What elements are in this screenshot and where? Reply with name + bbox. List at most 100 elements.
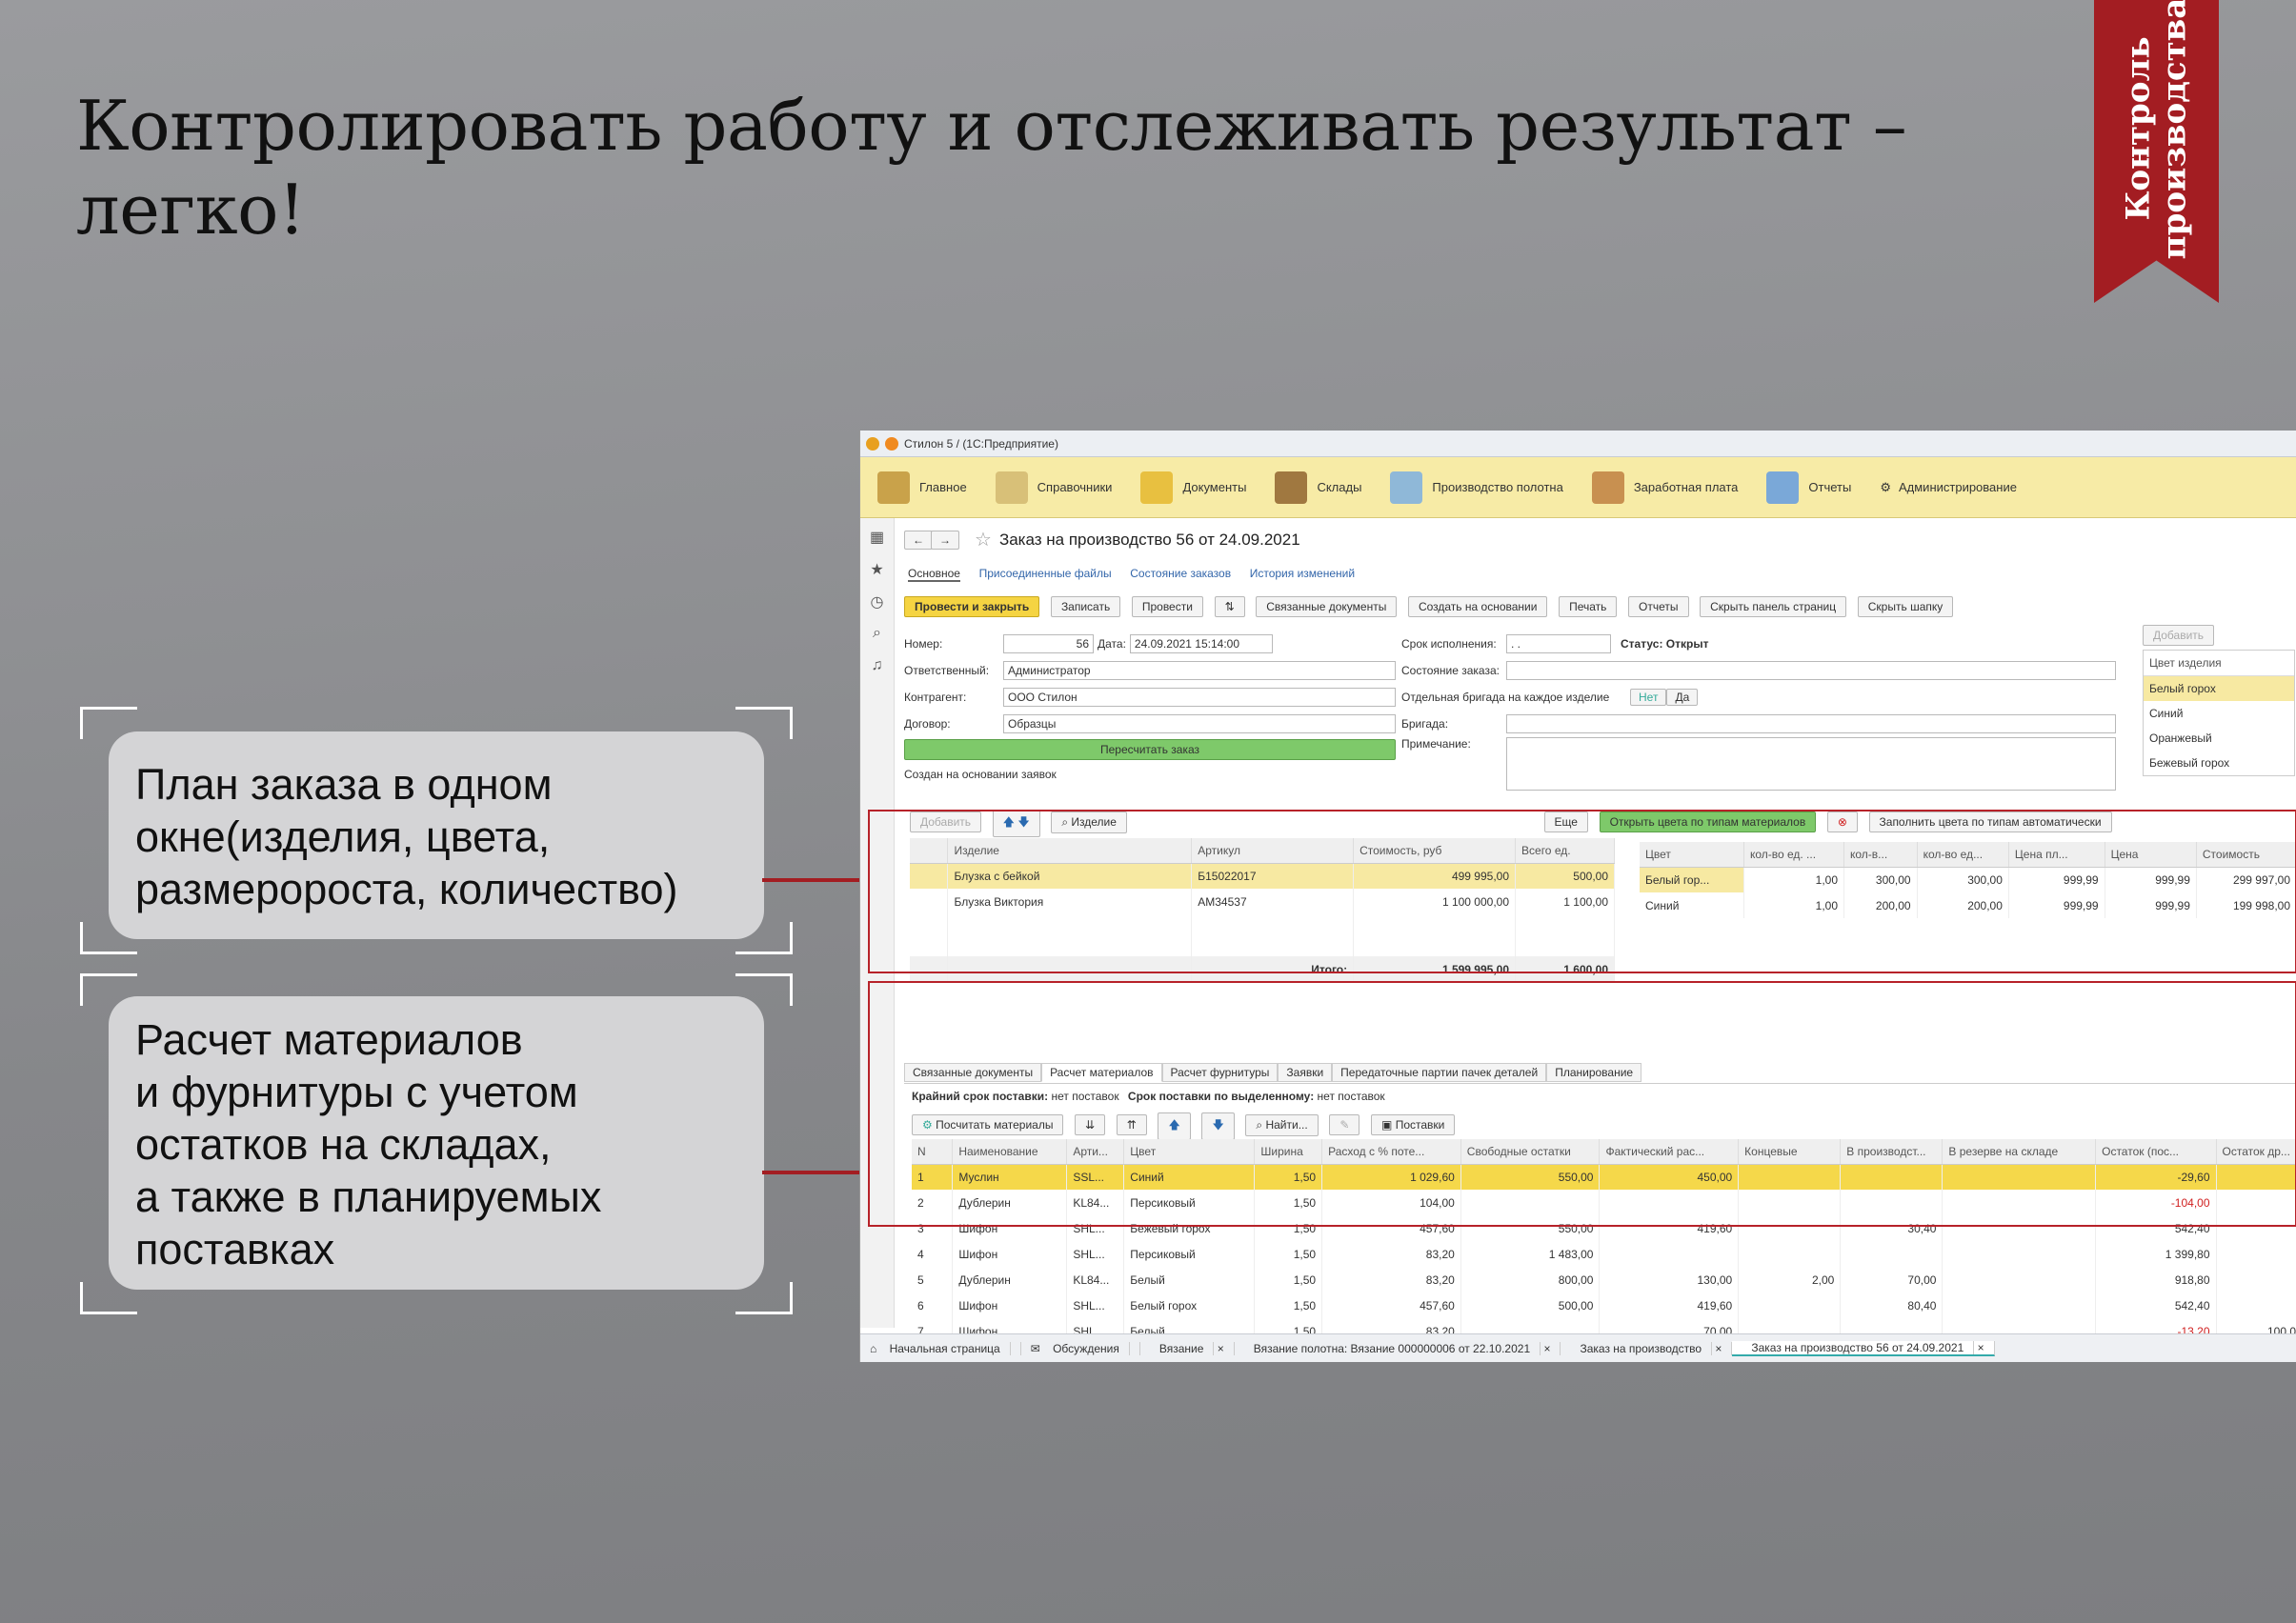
production-order-list-tab[interactable]: Заказ на производство × [1561,1341,1733,1355]
grid-icon[interactable]: ▦ [870,528,885,546]
print-button[interactable]: Печать [1559,596,1618,617]
production-order-tab[interactable]: Заказ на производство 56 от 24.09.2021 × [1732,1340,1995,1356]
search-icon[interactable]: ⌕ [870,625,885,641]
brigade-field[interactable] [1506,714,2116,733]
status-text: Статус: Открыт [1621,637,1709,651]
table-row[interactable]: 6 Шифон SHL... Белый горох 1,50 457,60 500,00 4… [912,1292,2296,1318]
responsible-field[interactable]: Администратор [1003,661,1396,680]
callout-line: и фурнитуры с учетом [135,1068,578,1116]
gear-icon: ⚙ [1880,479,1891,494]
number-field[interactable]: 56 [1003,634,1094,653]
menu-icon[interactable] [885,436,898,451]
table-row[interactable]: 4 Шифон SHL... Персиковый 1,50 83,20 1 483,00 1… [912,1241,2296,1267]
hide-pages-panel-button[interactable]: Скрыть панель страниц [1700,596,1847,617]
boxes-icon [1275,471,1308,504]
menu-item-catalogs[interactable]: Справочники [995,471,1112,504]
color-list-item[interactable]: Белый горох [2144,676,2294,701]
save-button[interactable]: Записать [1050,596,1121,617]
callout-line: а также в планируемых [135,1172,602,1221]
ribbon-line-1: Контроль [2119,36,2158,221]
home-icon [877,471,910,504]
date-field[interactable]: 24.09.2021 15:14:00 [1129,634,1273,653]
highlight-products-area [868,810,2296,973]
bell-icon[interactable]: ♫ [870,657,885,673]
color-list-item[interactable]: Синий [2144,701,2294,726]
menu-item-main[interactable]: Главное [877,471,967,504]
menu-item-documents[interactable]: Документы [1140,471,1246,504]
history-icon[interactable]: ◷ [870,592,885,611]
post-button[interactable]: Провести [1131,596,1203,617]
order-state-field[interactable] [1506,661,2116,680]
knitting-tab[interactable]: Вязание × [1140,1341,1235,1355]
created-from-requests-text: Создан на основании заявок [904,768,1057,781]
recalc-order-button[interactable]: Пересчитать заказ [904,739,1396,760]
color-list-header: Цвет изделия [2144,651,2294,676]
post-and-close-button[interactable]: Провести и закрыть [904,596,1040,617]
title-line-1: Контролировать работу и отслеживать резу… [76,86,1907,166]
menu-item-salary[interactable]: Заработная плата [1591,471,1738,504]
forward-button[interactable]: → [931,530,959,550]
tab-attached-files[interactable]: Присоединенные файлы [979,567,1112,580]
menu-item-reports[interactable]: Отчеты [1766,471,1851,504]
counterparty-field[interactable]: ООО Стилон [1003,688,1396,707]
hide-header-button[interactable]: Скрыть шапку [1857,596,1954,617]
title-line-2: легко! [76,170,306,250]
yes-toggle[interactable]: Да [1666,689,1699,706]
note-field[interactable] [1506,737,2116,791]
counterparty-label: Контрагент: [904,691,967,704]
document-title: Заказ на производство 56 от 24.09.2021 [998,530,1300,549]
related-docs-button[interactable]: Связанные документы [1256,596,1398,617]
create-based-on-button[interactable]: Создать на основании [1407,596,1548,617]
book-icon [995,471,1028,504]
app-window: Стилон 5 / (1С:Предприятие) Главное Спра… [859,431,2296,1362]
callout-materials: Расчет материалов и фурнитуры с учетом о… [109,996,764,1290]
knitting-fabric-tab[interactable]: Вязание полотна: Вязание 000000006 от 22… [1235,1341,1561,1355]
no-toggle[interactable]: Нет [1630,689,1667,706]
callout-line: размеророста, количество) [135,865,678,913]
back-button[interactable]: ← [904,530,933,550]
callout-line: поставках [135,1225,335,1273]
ribbon-line-2: производства [2155,0,2194,260]
menu-item-warehouses[interactable]: Склады [1275,471,1361,504]
color-list-item[interactable]: Оранжевый [2144,726,2294,751]
tab-history[interactable]: История изменений [1250,567,1355,580]
callout-line: План заказа в одном [135,760,553,809]
order-state-label: Состояние заказа: [1401,664,1500,677]
home-tab[interactable]: ⌂ Начальная страница [860,1341,1021,1355]
callout-line: Расчет материалов [135,1015,523,1064]
slide-title: Контролировать работу и отслеживать резу… [76,84,1982,251]
due-date-field[interactable]: . . [1506,634,1611,653]
tab-main[interactable]: Основное [908,567,960,582]
menu-item-fabric-production[interactable]: Производство полотна [1390,471,1563,504]
menu-item-admin[interactable]: ⚙ Администрирование [1880,480,2017,495]
report-icon [1766,471,1800,504]
responsible-label: Ответственный: [904,664,990,677]
star-outline-icon[interactable]: ☆ [975,528,992,551]
color-list-item[interactable]: Бежевый горох [2144,751,2294,775]
star-icon[interactable]: ★ [870,560,885,578]
window-title: Стилон 5 / (1С:Предприятие) [904,436,1058,451]
tab-order-states[interactable]: Состояние заказов [1130,567,1231,580]
structure-icon[interactable]: ⇅ [1214,596,1245,617]
contract-field[interactable]: Образцы [1003,714,1396,733]
number-label: Номер: [904,637,943,651]
discussions-tab[interactable]: ✉ Обсуждения [1021,1341,1140,1355]
window-titlebar: Стилон 5 / (1С:Предприятие) [860,431,2296,457]
ribbon-label: Контроль производства [2094,0,2219,260]
folder-icon [1140,471,1174,504]
brigade-label: Бригада: [1401,717,1449,731]
reports-button[interactable]: Отчеты [1628,596,1689,617]
separate-brigade-label: Отдельная бригада на каждое изделие [1401,691,1610,704]
worker-icon [1591,471,1624,504]
open-windows-bar: ⌂ Начальная страница ✉ Обсуждения Вязани… [860,1333,2296,1362]
contract-label: Договор: [904,717,951,731]
due-date-label: Срок исполнения: [1401,637,1497,651]
date-label: Дата: [1098,637,1126,651]
callout-order-plan: План заказа в одном окне(изделия, цвета,… [109,731,764,939]
note-label: Примечание: [1401,737,1471,751]
app-logo-icon [866,436,879,451]
section-menu: Главное Справочники Документы Склады Про… [860,457,2296,518]
add-color-button[interactable]: Добавить [2143,625,2215,646]
highlight-materials-area [868,981,2296,1227]
table-row[interactable]: 5 Дублерин KL84... Белый 1,50 83,20 800,00 130,… [912,1267,2296,1292]
